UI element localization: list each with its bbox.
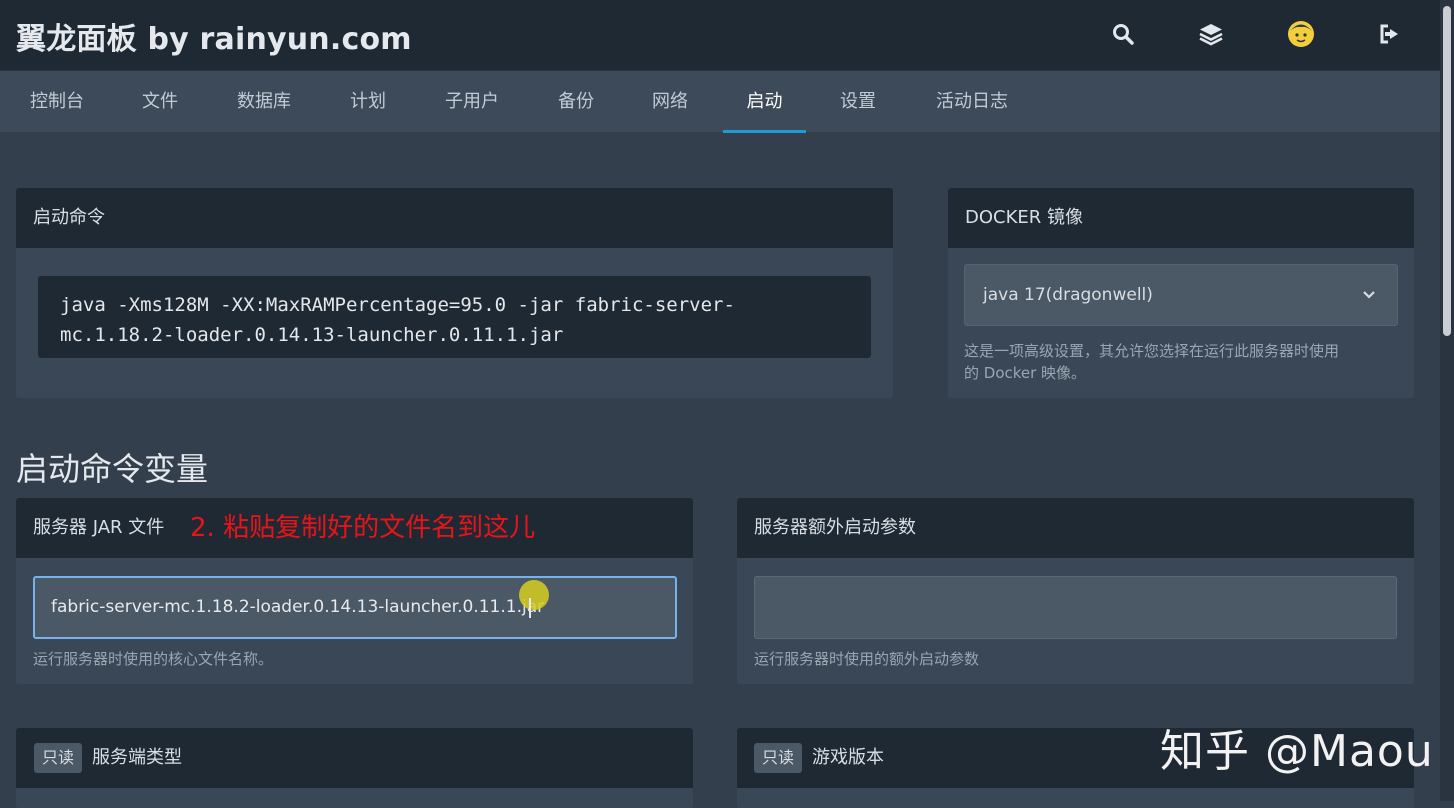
watermark: 知乎 @Maou	[1160, 726, 1434, 777]
docker-image-heading: DOCKER 镜像	[948, 188, 1414, 248]
extra-args-help: 运行服务器时使用的额外启动参数	[754, 650, 980, 668]
layers-icon[interactable]	[1197, 20, 1225, 48]
jar-file-variable-card: 服务器 JAR 文件 2. 粘贴复制好的文件名到这儿 fabric-server…	[16, 498, 693, 684]
startup-command-heading: 启动命令	[16, 188, 893, 248]
command-line: java -Xms128M -XX:MaxRAMPercentage=95.0 …	[60, 294, 735, 316]
server-type-heading: 服务端类型	[92, 747, 183, 768]
app-title[interactable]: 翼龙面板 by rainyun.com	[16, 14, 412, 58]
tab-activity-log[interactable]: 活动日志	[918, 71, 1026, 133]
chevron-down-icon	[1363, 291, 1375, 299]
logout-icon[interactable]	[1377, 20, 1405, 48]
jar-file-help: 运行服务器时使用的核心文件名称。	[33, 650, 274, 668]
jar-file-input[interactable]: fabric-server-mc.1.18.2-loader.0.14.13-l…	[33, 576, 677, 639]
read-only-badge: 只读	[34, 743, 83, 773]
tab-subusers[interactable]: 子用户	[428, 71, 516, 133]
tab-backups[interactable]: 备份	[538, 71, 614, 133]
extra-args-input[interactable]	[754, 576, 1397, 639]
server-type-variable-card: 只读 服务端类型	[16, 728, 693, 808]
docker-image-card: DOCKER 镜像 java 17(dragonwell) 这是一项高级设置，其…	[948, 188, 1414, 398]
tab-startup[interactable]: 启动	[723, 71, 806, 133]
mouse-cursor-highlight	[519, 580, 549, 610]
jar-file-heading-row: 服务器 JAR 文件 2. 粘贴复制好的文件名到这儿	[16, 498, 693, 558]
avatar[interactable]	[1287, 20, 1315, 48]
server-nav: 控制台 文件 数据库 计划 子用户 备份 网络 启动 设置 活动日志	[0, 70, 1440, 133]
startup-command-card: 启动命令 java -Xms128M -XX:MaxRAMPercentage=…	[16, 188, 893, 398]
extra-args-heading: 服务器额外启动参数	[737, 498, 1414, 558]
startup-command-display: java -Xms128M -XX:MaxRAMPercentage=95.0 …	[38, 276, 871, 358]
search-icon[interactable]	[1109, 20, 1137, 48]
tab-network[interactable]: 网络	[632, 71, 708, 133]
extra-args-variable-card: 服务器额外启动参数 运行服务器时使用的额外启动参数	[737, 498, 1414, 684]
startup-variables-title: 启动命令变量	[16, 450, 209, 488]
command-line: mc.1.18.2-loader.0.14.13-launcher.0.11.1…	[60, 324, 564, 346]
server-type-heading-row: 只读 服务端类型	[16, 728, 693, 788]
text-caret	[529, 598, 531, 618]
tab-databases[interactable]: 数据库	[220, 71, 308, 133]
scrollbar-thumb[interactable]	[1443, 6, 1451, 336]
help-line: 的 Docker 映像。	[964, 364, 1087, 382]
docker-image-help: 这是一项高级设置，其允许您选择在运行此服务器时使用 的 Docker 映像。	[964, 340, 1339, 384]
docker-image-select[interactable]: java 17(dragonwell)	[964, 264, 1398, 326]
tab-console[interactable]: 控制台	[14, 71, 100, 133]
jar-file-heading: 服务器 JAR 文件	[33, 517, 165, 538]
tab-settings[interactable]: 设置	[820, 71, 896, 133]
top-bar: 翼龙面板 by rainyun.com	[0, 0, 1440, 70]
page-scrollbar[interactable]	[1440, 0, 1454, 801]
tab-files[interactable]: 文件	[122, 71, 198, 133]
annotation-text: 2. 粘贴复制好的文件名到这儿	[190, 513, 536, 543]
game-version-heading: 游戏版本	[812, 747, 885, 768]
read-only-badge: 只读	[754, 743, 803, 773]
docker-image-selected: java 17(dragonwell)	[983, 285, 1153, 305]
help-line: 这是一项高级设置，其允许您选择在运行此服务器时使用	[964, 342, 1340, 360]
tab-schedules[interactable]: 计划	[330, 71, 406, 133]
